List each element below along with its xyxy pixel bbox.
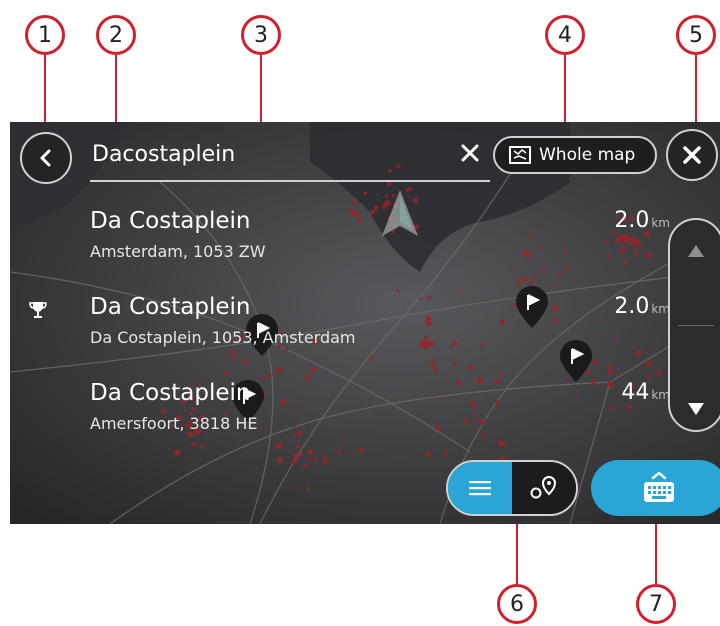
callout-7: 7 (636, 584, 676, 624)
chevron-left-icon (40, 149, 51, 167)
whole-map-button[interactable]: Whole map (493, 136, 657, 174)
search-screen: Dacostaplein Whole map Da Costaplein Ams… (10, 122, 720, 524)
result-name: Da Costaplein (90, 208, 251, 234)
callout-6: 6 (497, 584, 537, 624)
callout-7-leader (655, 514, 657, 584)
clear-search-button[interactable] (455, 138, 485, 168)
view-toggle (446, 460, 578, 516)
callout-3: 3 (241, 15, 281, 55)
route-points-icon (530, 475, 557, 499)
map-view-button[interactable] (512, 462, 576, 514)
close-button[interactable] (666, 129, 718, 181)
search-underline (90, 180, 490, 182)
scroll-up-button[interactable] (670, 230, 720, 334)
scroll-down-button[interactable] (670, 326, 720, 430)
list-item[interactable]: Da Costaplein Amsterdam, 1053 ZW 2.0 km (10, 208, 670, 288)
map-icon (509, 146, 531, 164)
result-name: Da Costaplein (90, 294, 251, 320)
result-address: Amsterdam, 1053 ZW (90, 242, 266, 261)
callout-5: 5 (676, 15, 716, 55)
list-item[interactable]: Da Costaplein Amersfoort, 3818 HE 44 km (10, 380, 670, 460)
close-icon (461, 144, 479, 162)
result-address: Amersfoort, 3818 HE (90, 414, 258, 433)
triangle-up-icon (688, 245, 704, 257)
result-distance: 2.0 km (614, 294, 670, 319)
back-button[interactable] (20, 132, 72, 184)
keyboard-icon (644, 472, 674, 502)
callout-1: 1 (25, 15, 65, 55)
callout-6-leader (516, 514, 518, 584)
close-icon (683, 146, 701, 164)
list-icon (469, 481, 491, 496)
scroll-control (668, 218, 720, 432)
triangle-down-icon (688, 403, 704, 415)
callout-4: 4 (545, 15, 585, 55)
result-name: Da Costaplein (90, 380, 251, 406)
list-item[interactable]: Da Costaplein Da Costaplein, 1053, Amste… (10, 294, 670, 374)
callout-2: 2 (96, 15, 136, 55)
result-address: Da Costaplein, 1053, Amsterdam (90, 328, 356, 347)
trophy-icon (29, 302, 47, 318)
show-keyboard-button[interactable] (591, 460, 720, 516)
search-input[interactable]: Dacostaplein (92, 142, 235, 167)
result-distance: 44 km (621, 380, 670, 405)
list-view-button[interactable] (448, 462, 512, 514)
whole-map-label: Whole map (539, 145, 636, 165)
result-distance: 2.0 km (614, 208, 670, 233)
